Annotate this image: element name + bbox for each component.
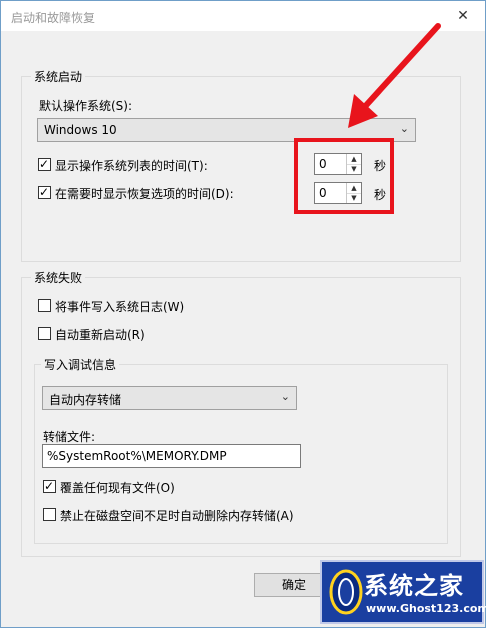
write-event-log-checkbox[interactable]: [38, 299, 51, 312]
startup-group-label: 系统启动: [31, 68, 86, 85]
auto-restart-checkbox[interactable]: [38, 327, 51, 340]
chevron-down-icon: ⌄: [280, 390, 290, 403]
watermark-logo: 系统之家 www.Ghost123.com: [320, 560, 486, 624]
show-list-time-label: 显示操作系统列表的时间(T):: [55, 159, 208, 173]
write-event-log-label: 将事件写入系统日志(W): [55, 300, 185, 314]
close-icon[interactable]: ✕: [449, 5, 477, 27]
debug-type-select[interactable]: 自动内存转储 ⌄: [42, 386, 297, 410]
show-recovery-time-checkbox[interactable]: ✓: [38, 185, 51, 199]
overwrite-label: 覆盖任何现有文件(O): [60, 481, 175, 495]
watermark-title: 系统之家: [364, 572, 464, 600]
overwrite-checkbox[interactable]: ✓: [43, 479, 56, 493]
red-arrow-annotation: [348, 23, 441, 128]
checkmark-icon: ✓: [39, 185, 50, 199]
default-os-value: Windows 10: [44, 123, 117, 137]
window-title: 启动和故障恢复: [11, 11, 96, 25]
auto-restart-label: 自动重新启动(R): [55, 328, 145, 342]
debug-type-value: 自动内存转储: [49, 393, 122, 407]
watermark-url: www.Ghost123.com: [366, 602, 486, 615]
default-os-label: 默认操作系统(S):: [39, 99, 133, 113]
checkmark-icon: ✓: [44, 479, 55, 493]
dump-file-label: 转储文件:: [43, 430, 96, 444]
dump-file-value: %SystemRoot%\MEMORY.DMP: [47, 449, 227, 463]
show-recovery-time-label: 在需要时显示恢复选项的时间(D):: [55, 187, 234, 201]
disable-autodelete-checkbox[interactable]: [43, 508, 56, 521]
dump-file-input[interactable]: %SystemRoot%\MEMORY.DMP: [42, 444, 301, 468]
show-list-time-checkbox[interactable]: ✓: [38, 157, 51, 171]
checkmark-icon: ✓: [39, 157, 50, 171]
debug-info-group-label: 写入调试信息: [41, 356, 120, 373]
ghost-logo-icon: [329, 569, 363, 615]
disable-autodelete-label: 禁止在磁盘空间不足时自动删除内存转储(A): [60, 509, 294, 523]
red-highlight-box: [294, 138, 394, 214]
failure-group-label: 系统失败: [31, 269, 86, 286]
arrow-shaft: [357, 23, 441, 115]
